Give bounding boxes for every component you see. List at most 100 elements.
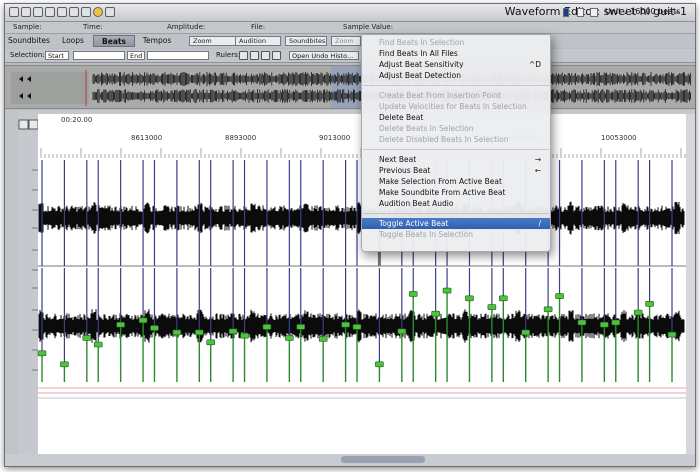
beat-velocity-handle[interactable] (318, 336, 328, 342)
beat-velocity-handle[interactable] (633, 309, 643, 316)
menu-item-audition-beat-audio[interactable]: Audition Beat Audio (362, 198, 550, 209)
menu-separator (363, 149, 549, 150)
menu-item-make-soundbite-from-active-beat[interactable]: Make Soundbite From Active Beat (362, 187, 550, 198)
beat-velocity-handle[interactable] (667, 331, 677, 338)
zoom-popup[interactable]: Zoom (189, 36, 239, 46)
tool-icon-5[interactable] (57, 7, 67, 17)
beat-velocity-handle[interactable] (138, 317, 148, 324)
menu-item-delete-beats-in-selection[interactable]: Delete Beats In Selection (362, 123, 550, 134)
ruler-icon-3[interactable] (261, 51, 270, 60)
beat-velocity-handle[interactable] (296, 324, 306, 330)
tool-icon-6[interactable] (69, 7, 79, 17)
lower-lane[interactable] (38, 384, 686, 454)
menu-item-delete-disabled-beats-in-selection[interactable]: Delete Disabled Beats In Selection (362, 134, 550, 145)
start-field[interactable]: Start (45, 51, 69, 60)
zoom-in-icon[interactable] (28, 119, 39, 130)
tool-icon-2[interactable] (21, 7, 31, 17)
beat-velocity-handle[interactable] (37, 350, 47, 357)
beat-velocity-handle[interactable] (194, 329, 204, 336)
unit-label: Unit (605, 7, 622, 16)
beat-velocity-handle[interactable] (206, 339, 216, 346)
end-field[interactable]: End (127, 51, 145, 60)
beat-velocity-handle[interactable] (431, 310, 440, 317)
menu-item-update-velocities-for-beats-in-selection[interactable]: Update Velocities for Beats In Selection (362, 101, 550, 112)
beat-velocity-handle[interactable] (645, 301, 654, 307)
unit-display[interactable]: Unit ♩ 16000 beats (605, 7, 680, 16)
undo-history-button[interactable]: Open Undo Histo... (289, 51, 359, 60)
beat-velocity-handle[interactable] (150, 325, 159, 331)
menu-item-find-beats-in-selection[interactable]: Find Beats In Selection (362, 37, 550, 48)
tab-tempos[interactable]: Tempos (137, 35, 177, 47)
ruler-icon-1[interactable] (239, 51, 248, 60)
menu-item-label: Update Velocities for Beats In Selection (379, 102, 527, 111)
beat-velocity-handle[interactable] (487, 304, 497, 310)
beat-velocity-handle[interactable] (240, 332, 249, 339)
beat-velocity-handle[interactable] (60, 361, 69, 368)
beat-velocity-handle[interactable] (408, 291, 418, 297)
beat-velocity-handle[interactable] (442, 287, 452, 294)
beat-velocity-handle[interactable] (375, 361, 384, 368)
menu-item-label: Delete Beat (379, 113, 424, 122)
menu-item-label: Adjust Beat Sensitivity (379, 60, 464, 69)
menu-item-make-selection-from-active-beat[interactable]: Make Selection From Active Beat (362, 176, 550, 187)
beat-velocity-handle[interactable] (397, 328, 407, 335)
menu-item-next-beat[interactable]: Next Beat → (362, 154, 550, 165)
vertical-scrollbar[interactable] (686, 114, 695, 454)
beat-velocity-handle[interactable] (600, 321, 609, 328)
audition-popup[interactable]: Audition (235, 36, 281, 46)
soundbites-popup[interactable]: Soundbites (285, 36, 327, 46)
beat-velocity-handle[interactable] (577, 319, 587, 326)
tab-beats[interactable]: Beats (93, 35, 135, 47)
tool-icon-4[interactable] (45, 7, 55, 17)
info-sample-value-label: Sample Value: (343, 23, 394, 31)
tool-icon-3[interactable] (33, 7, 43, 17)
selection-label: Selection: (10, 51, 45, 59)
beat-velocity-handle[interactable] (465, 295, 474, 302)
menu-item-label: Toggle Beats In Selection (379, 230, 473, 239)
beat-velocity-handle[interactable] (262, 324, 272, 330)
tool-icon-8[interactable] (105, 7, 115, 17)
menu-item-previous-beat[interactable]: Previous Beat ← (362, 165, 550, 176)
end-value-field[interactable] (147, 51, 209, 60)
beat-velocity-handle[interactable] (352, 324, 362, 330)
tool-icon-1[interactable] (9, 7, 19, 17)
beat-velocity-handle[interactable] (543, 306, 553, 313)
info-bar: Sample: Time: Amplitude: File: Sample Va… (5, 22, 695, 34)
beat-velocity-handle[interactable] (172, 329, 182, 336)
tool-icon-7[interactable] (81, 7, 91, 17)
horizontal-scroll-thumb[interactable] (341, 456, 425, 463)
beat-velocity-handle[interactable] (228, 328, 238, 335)
menu-item-shortcut: ^D (528, 60, 541, 69)
beat-velocity-handle[interactable] (341, 321, 350, 328)
menu-item-create-beat-from-insertion-point[interactable]: Create Beat From Insertion Point (362, 90, 550, 101)
color-swatch-icon[interactable] (563, 8, 569, 17)
beat-velocity-handle[interactable] (93, 341, 103, 348)
menu-item-adjust-beat-detection[interactable]: Adjust Beat Detection (362, 70, 550, 81)
start-value-field[interactable] (73, 51, 125, 60)
info-amplitude-label: Amplitude: (167, 23, 206, 31)
beat-velocity-handle[interactable] (116, 321, 125, 328)
lock-icon[interactable] (577, 8, 584, 17)
main-editor-area[interactable]: 00:20.00 8613000889300090130009543000989… (5, 110, 695, 466)
ruler-icon-2[interactable] (250, 51, 259, 60)
beat-velocity-handle[interactable] (82, 335, 92, 341)
record-icon[interactable] (93, 7, 103, 17)
tab-soundbites[interactable]: Soundbites (7, 35, 51, 47)
grid-icon[interactable] (590, 8, 598, 17)
beat-velocity-handle[interactable] (498, 295, 508, 302)
menu-item-toggle-beats-in-selection[interactable]: Toggle Beats In Selection (362, 229, 550, 240)
menu-item-toggle-active-beat[interactable]: Toggle Active Beat / (362, 218, 550, 229)
zoom-popup-2[interactable]: Zoom (331, 36, 361, 46)
menu-item-delete-beat[interactable]: Delete Beat (362, 112, 550, 123)
tab-loops[interactable]: Loops (55, 35, 91, 47)
zoom-out-icon[interactable] (18, 119, 29, 130)
beat-velocity-handle[interactable] (555, 293, 564, 299)
overview-svg (11, 66, 691, 108)
beat-velocity-handle[interactable] (285, 335, 294, 341)
overview-waveform[interactable] (5, 65, 695, 109)
ruler-icon-4[interactable] (272, 51, 281, 60)
beat-velocity-handle[interactable] (521, 329, 531, 336)
menu-item-adjust-beat-sensitivity[interactable]: Adjust Beat Sensitivity ^D (362, 59, 550, 70)
beat-velocity-handle[interactable] (611, 319, 621, 326)
menu-item-find-beats-in-all-files[interactable]: Find Beats In All Files (362, 48, 550, 59)
